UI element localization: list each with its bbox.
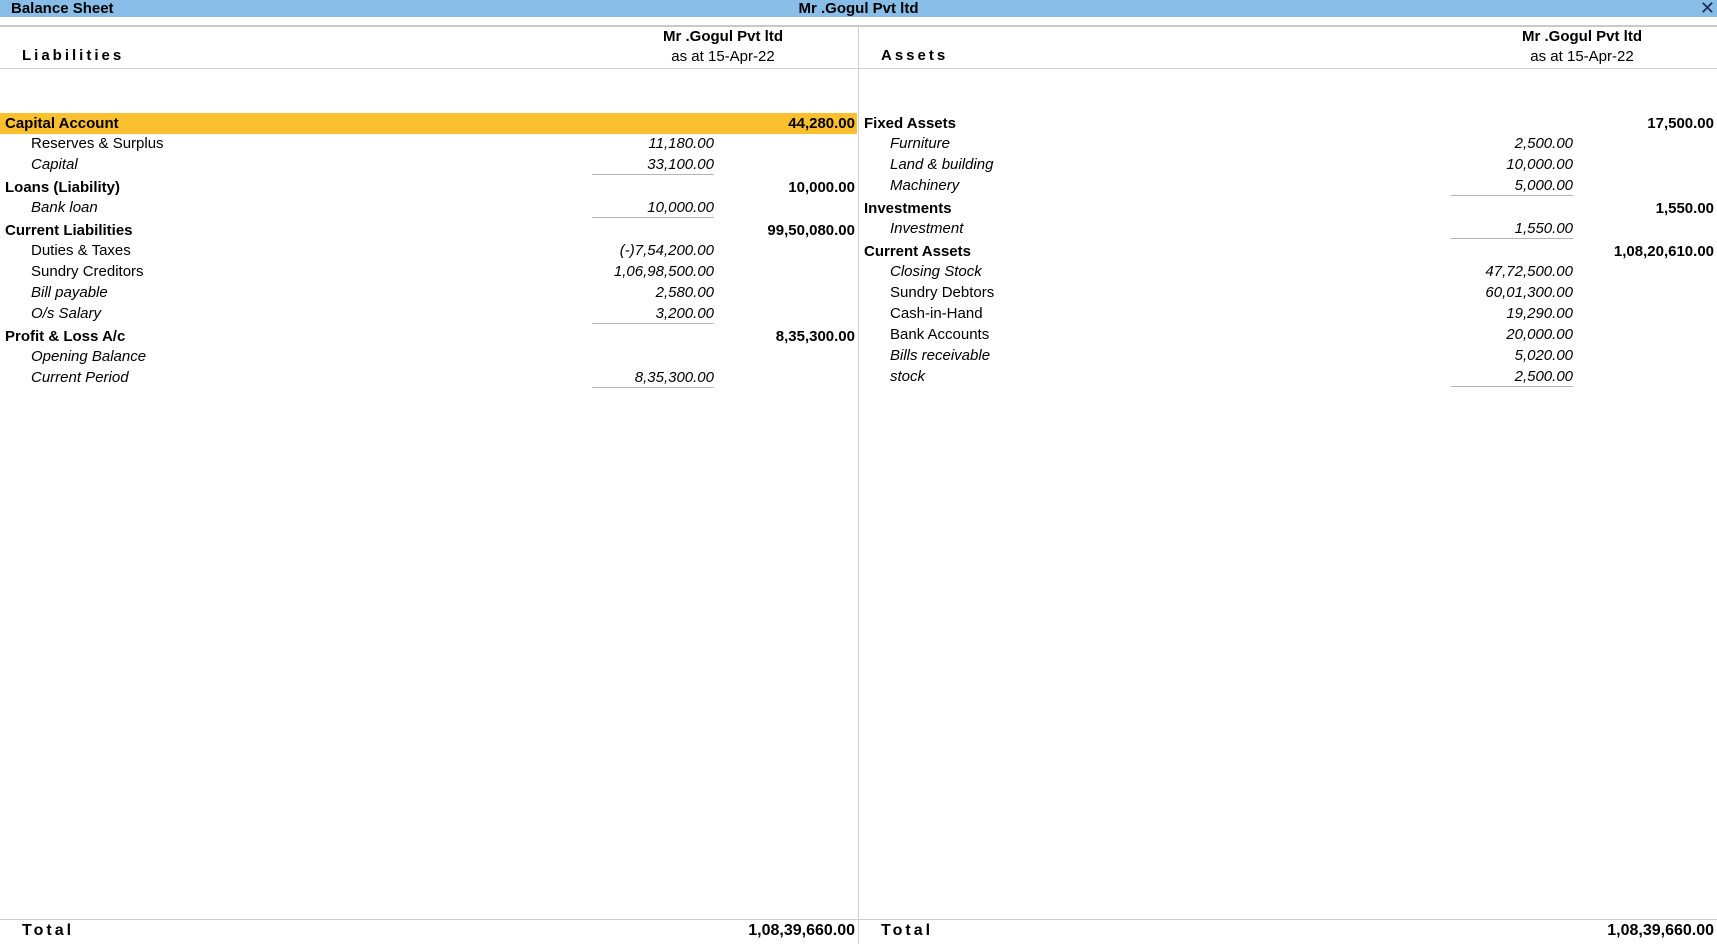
group-row[interactable]: Profit & Loss A/c 8,35,300.00 [0, 326, 857, 347]
ledger-amount: 3,200.00 [655, 305, 714, 322]
subtotal-underline [592, 174, 714, 175]
ledger-amount: 11,180.00 [648, 135, 714, 152]
ledger-row[interactable]: Reserves & Surplus 11,180.00 [0, 133, 857, 154]
ledger-row[interactable]: Duties & Taxes (-)7,54,200.00 [0, 240, 857, 261]
ledger-row[interactable]: Capital 33,100.00 [0, 154, 857, 175]
liabilities-column-header: Mr .Gogul Pvt ltd as at 15-Apr-22 [623, 27, 823, 67]
assets-total: 1,08,39,660.00 [1607, 922, 1714, 939]
group-amount: 10,000.00 [788, 179, 855, 196]
ledger-amount: 19,290.00 [1506, 305, 1573, 322]
ledger-row[interactable]: Closing Stock 47,72,500.00 [859, 261, 1717, 282]
assets-company: Mr .Gogul Pvt ltd [1522, 28, 1642, 45]
ledger-row[interactable]: Bills receivable 5,020.00 [859, 345, 1717, 366]
group-amount: 17,500.00 [1647, 115, 1714, 132]
subtotal-underline [592, 323, 714, 324]
report-title: Balance Sheet [11, 0, 114, 17]
ledger-row[interactable]: Current Period 8,35,300.00 [0, 367, 857, 388]
group-amount: 99,50,080.00 [767, 222, 855, 239]
group-amount: 1,08,20,610.00 [1613, 243, 1714, 260]
group-row[interactable]: Current Liabilities 99,50,080.00 [0, 220, 857, 241]
group-amount: 8,35,300.00 [775, 328, 855, 345]
ledger-amount: 33,100.00 [647, 156, 714, 173]
ledger-amount: 5,020.00 [1514, 347, 1573, 364]
group-row[interactable]: Investments 1,550.00 [859, 198, 1717, 219]
assets-date: as at 15-Apr-22 [1530, 48, 1634, 65]
liabilities-total-label: Total [22, 922, 75, 939]
group-row[interactable]: Fixed Assets 17,500.00 [859, 113, 1717, 134]
assets-total-label: Total [881, 922, 934, 939]
assets-column-header: Mr .Gogul Pvt ltd as at 15-Apr-22 [1482, 27, 1682, 67]
total-divider [0, 919, 1717, 920]
ledger-row[interactable]: Bank Accounts 20,000.00 [859, 324, 1717, 345]
title-bar: Mr .Gogul Pvt ltd Balance Sheet ✕ [0, 0, 1717, 17]
subtotal-underline [592, 387, 714, 388]
ledger-amount: 10,000.00 [647, 199, 714, 216]
liabilities-company: Mr .Gogul Pvt ltd [663, 28, 783, 45]
ledger-amount: 2,500.00 [1514, 368, 1573, 385]
ledger-amount: 60,01,300.00 [1485, 284, 1573, 301]
ledger-row[interactable]: Cash-in-Hand 19,290.00 [859, 303, 1717, 324]
liabilities-total: 1,08,39,660.00 [748, 922, 855, 939]
company-title: Mr .Gogul Pvt ltd [798, 0, 919, 17]
liabilities-date: as at 15-Apr-22 [671, 48, 775, 65]
assets-heading: Assets [881, 47, 949, 64]
group-amount: 1,550.00 [1655, 200, 1714, 217]
ledger-amount: 2,580.00 [655, 284, 714, 301]
ledger-amount: 10,000.00 [1506, 156, 1573, 173]
ledger-row[interactable]: Machinery 5,000.00 [859, 175, 1717, 196]
ledger-amount: 20,000.00 [1506, 326, 1573, 343]
ledger-amount: 1,550.00 [1514, 220, 1573, 237]
ledger-row[interactable]: Sundry Creditors 1,06,98,500.00 [0, 261, 857, 282]
ledger-amount: 47,72,500.00 [1485, 263, 1573, 280]
subtotal-underline [1451, 238, 1573, 239]
ledger-amount: 8,35,300.00 [634, 369, 714, 386]
subtotal-underline [592, 217, 714, 218]
ledger-row[interactable]: Furniture 2,500.00 [859, 133, 1717, 154]
group-row[interactable]: Current Assets 1,08,20,610.00 [859, 241, 1717, 262]
group-row[interactable]: Loans (Liability) 10,000.00 [0, 177, 857, 198]
subtotal-underline [1451, 386, 1573, 387]
ledger-row[interactable]: Sundry Debtors 60,01,300.00 [859, 282, 1717, 303]
ledger-row[interactable]: O/s Salary 3,200.00 [0, 303, 857, 324]
group-amount: 44,280.00 [788, 115, 855, 132]
ledger-row[interactable]: Opening Balance [0, 346, 857, 367]
liabilities-heading: Liabilities [22, 47, 125, 64]
subtotal-underline [1451, 195, 1573, 196]
ledger-name: Opening Balance [31, 348, 147, 365]
ledger-amount: 2,500.00 [1514, 135, 1573, 152]
ledger-row[interactable]: Investment 1,550.00 [859, 218, 1717, 239]
ledger-amount: 5,000.00 [1514, 177, 1573, 194]
ledger-row[interactable]: stock 2,500.00 [859, 366, 1717, 387]
ledger-row[interactable]: Bank loan 10,000.00 [0, 197, 857, 218]
ledger-amount: (-)7,54,200.00 [619, 242, 714, 259]
ledger-row[interactable]: Land & building 10,000.00 [859, 154, 1717, 175]
ledger-row[interactable]: Bill payable 2,580.00 [0, 282, 857, 303]
group-row[interactable]: Capital Account 44,280.00 [0, 113, 857, 134]
close-icon[interactable]: ✕ [1700, 0, 1715, 17]
ledger-amount: 1,06,98,500.00 [613, 263, 714, 280]
